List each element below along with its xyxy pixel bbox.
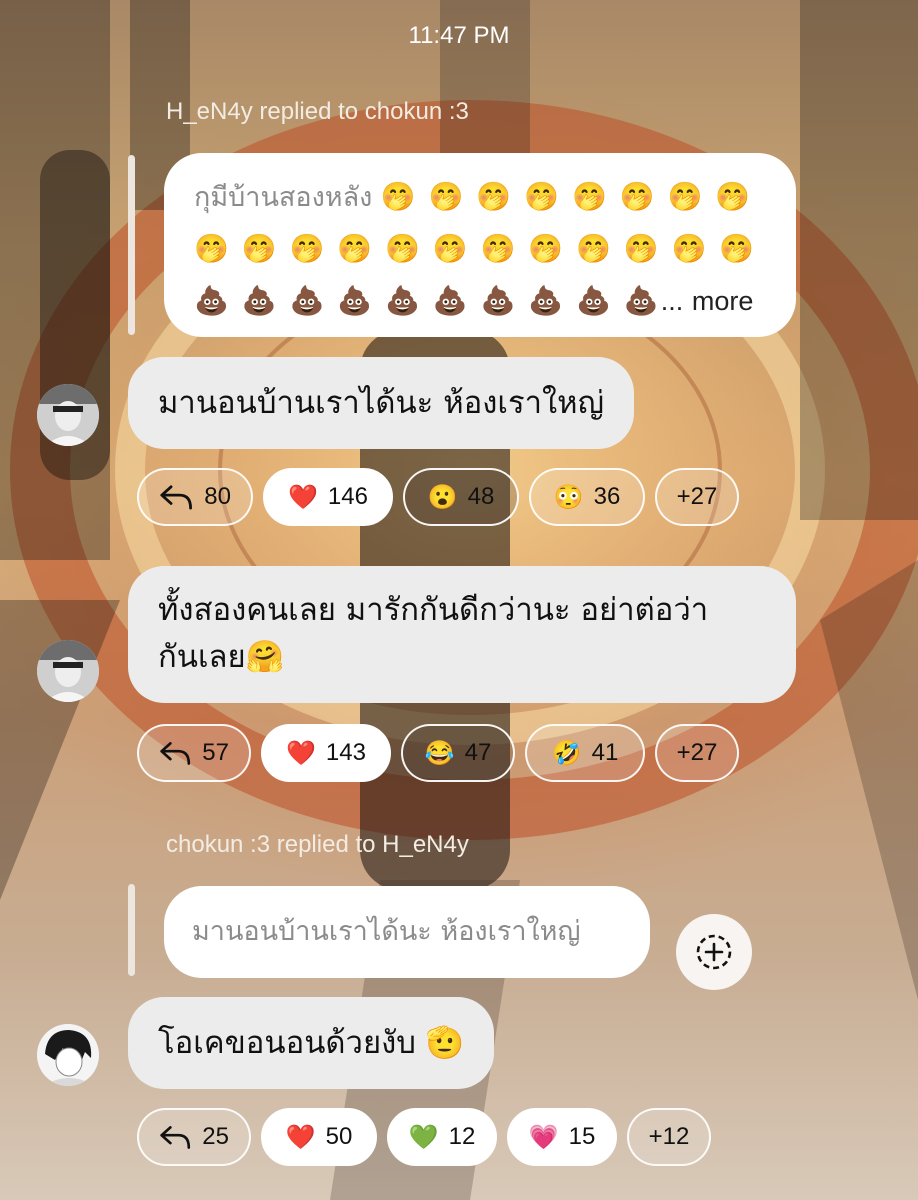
reply-count: 80 [204, 483, 231, 510]
hugging-emoji: 🤗 [245, 639, 285, 675]
quoted-emoji-line-3: 💩 💩 💩 💩 💩 💩 💩 💩 💩 💩 [194, 284, 661, 317]
flushed-emoji-icon: 😳 [553, 483, 584, 511]
reaction-count: 36 [593, 483, 621, 510]
pink-heart-emoji-icon: 💗 [528, 1123, 559, 1151]
avatar[interactable] [37, 1024, 99, 1086]
more-reactions-count: +12 [648, 1123, 690, 1150]
tears-of-joy-emoji-icon: 😂 [424, 739, 455, 767]
reply-count-button[interactable]: 57 [137, 724, 251, 782]
reply-count: 25 [202, 1123, 229, 1150]
rofl-emoji-icon: 🤣 [551, 739, 582, 767]
quoted-message[interactable]: กุมีบ้านสองหลัง 🤭 🤭 🤭 🤭 🤭 🤭 🤭 🤭 🤭 🤭 🤭 🤭 … [164, 153, 796, 337]
message-bubble[interactable]: มานอนบ้านเราได้นะ ห้องเราใหญ่ [128, 357, 635, 449]
more-reactions-button[interactable]: +27 [655, 468, 739, 526]
reaction-surprised[interactable]: 😮 48 [403, 468, 519, 526]
quoted-message[interactable]: มานอนบ้านเราได้นะ ห้องเราใหญ่ [164, 886, 650, 978]
more-reactions-count: +27 [676, 483, 718, 510]
quote-indicator-bar [128, 884, 135, 976]
more-reactions-button[interactable]: +12 [627, 1108, 711, 1166]
avatar[interactable] [37, 384, 99, 446]
green-heart-emoji-icon: 💚 [408, 1123, 439, 1151]
reaction-heart[interactable]: ❤️ 146 [263, 468, 393, 526]
more-reactions-button[interactable]: +27 [655, 724, 739, 782]
avatar-photo-icon [37, 384, 99, 446]
reply-header: H_eN4y replied to chokun :3 [166, 98, 469, 125]
reply-count: 57 [202, 739, 229, 766]
message-bubble[interactable]: โอเคขอนอนด้วยงับ 🫡 [128, 997, 495, 1089]
heart-emoji-icon: ❤️ [288, 483, 318, 511]
reaction-count: 48 [467, 483, 495, 510]
avatar-photo-icon [37, 640, 99, 702]
reply-icon [160, 742, 191, 765]
reaction-count: 15 [568, 1123, 596, 1150]
message-line: กันเลย [158, 639, 246, 675]
reaction-count: 50 [325, 1123, 353, 1150]
quote-indicator-bar [128, 155, 135, 335]
reaction-heart[interactable]: ❤️ 50 [261, 1108, 377, 1166]
reply-count-button[interactable]: 25 [137, 1108, 251, 1166]
avatar[interactable] [37, 640, 99, 702]
reaction-heart[interactable]: ❤️ 143 [261, 724, 391, 782]
quoted-text: กุมีบ้านสองหลัง [194, 182, 373, 213]
surprised-emoji-icon: 😮 [427, 483, 458, 511]
reaction-count: 146 [327, 483, 368, 510]
anime-avatar-icon [37, 1024, 99, 1086]
message-line: ทั้งสองคนเลย มารักกันดีกว่านะ อย่าต่อว่า [158, 592, 709, 628]
heart-emoji-icon: ❤️ [285, 1123, 316, 1151]
reaction-pink-heart[interactable]: 💗 15 [507, 1108, 617, 1166]
quoted-emoji-line-2: 🤭 🤭 🤭 🤭 🤭 🤭 🤭 🤭 🤭 🤭 🤭 🤭 [194, 232, 757, 265]
reaction-green-heart[interactable]: 💚 12 [387, 1108, 497, 1166]
ellipsis: ... [660, 286, 684, 316]
reaction-flushed[interactable]: 😳 36 [529, 468, 645, 526]
reaction-count: 41 [591, 739, 619, 766]
message-text: โอเคขอนอนด้วยงับ [158, 1025, 416, 1061]
add-reaction-button[interactable] [676, 914, 752, 990]
status-bar-time: 11:47 PM [408, 22, 510, 49]
reaction-count: 47 [464, 739, 492, 766]
reaction-tears-of-joy[interactable]: 😂 47 [401, 724, 515, 782]
reaction-count: 12 [448, 1123, 476, 1150]
saluting-emoji: 🫡 [425, 1025, 465, 1061]
add-reaction-icon [696, 934, 732, 970]
reply-count-button[interactable]: 80 [137, 468, 253, 526]
reply-header: chokun :3 replied to H_eN4y [166, 831, 469, 858]
reply-icon [160, 1126, 191, 1149]
reaction-count: 143 [325, 739, 366, 766]
quoted-text: มานอนบ้านเราได้นะ ห้องเราใหญ่ [192, 916, 581, 947]
quoted-emoji-line-1: 🤭 🤭 🤭 🤭 🤭 🤭 🤭 🤭 [380, 180, 753, 213]
more-link[interactable]: more [692, 286, 754, 316]
more-reactions-count: +27 [676, 739, 718, 766]
heart-emoji-icon: ❤️ [286, 739, 316, 767]
reply-icon [160, 485, 192, 510]
message-bubble[interactable]: ทั้งสองคนเลย มารักกันดีกว่านะ อย่าต่อว่า… [128, 566, 796, 703]
reaction-rofl[interactable]: 🤣 41 [525, 724, 645, 782]
